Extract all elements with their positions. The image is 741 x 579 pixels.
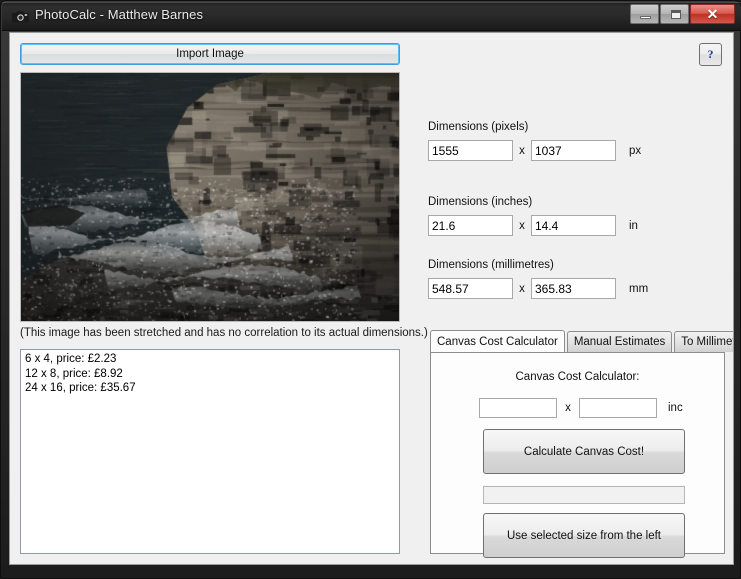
dimensions-inches-group: Dimensions (inches) x in xyxy=(428,196,728,236)
import-image-button[interactable]: Import Image xyxy=(20,43,400,65)
canvas-width-input[interactable] xyxy=(479,398,557,418)
dimensions-inches-label: Dimensions (inches) xyxy=(428,196,533,208)
question-mark-icon: ? xyxy=(707,47,714,61)
tab-manual-estimates[interactable]: Manual Estimates xyxy=(566,331,673,352)
application-window: PhotoCalc - Matthew Barnes ✕ Import Imag… xyxy=(0,0,741,579)
inches-width-input[interactable] xyxy=(428,215,513,236)
window-title: PhotoCalc - Matthew Barnes xyxy=(35,7,204,22)
price-results-list[interactable]: 6 x 4, price: £2.23 12 x 8, price: £8.92… xyxy=(20,349,400,554)
canvas-size-inputs: x inc xyxy=(479,398,683,418)
list-item[interactable]: 12 x 8, price: £8.92 xyxy=(24,367,399,382)
camera-icon xyxy=(12,9,29,24)
image-preview[interactable] xyxy=(20,72,400,322)
canvas-separator: x xyxy=(565,402,571,414)
canvas-unit-label: inc xyxy=(668,402,683,414)
close-button[interactable]: ✕ xyxy=(690,4,735,24)
calculate-canvas-cost-button[interactable]: Calculate Canvas Cost! xyxy=(483,429,685,474)
title-bar[interactable]: PhotoCalc - Matthew Barnes ✕ xyxy=(2,2,741,31)
inches-separator: x xyxy=(519,219,525,232)
inches-unit-label: in xyxy=(629,219,638,232)
millimetres-unit-label: mm xyxy=(629,282,649,295)
millimetres-height-input[interactable] xyxy=(531,278,616,299)
maximize-icon xyxy=(671,10,681,19)
minimize-icon xyxy=(640,16,651,19)
pixels-width-input[interactable] xyxy=(428,140,513,161)
inches-height-input[interactable] xyxy=(531,215,616,236)
close-icon: ✕ xyxy=(706,5,719,22)
pixels-height-input[interactable] xyxy=(531,140,616,161)
canvas-height-input[interactable] xyxy=(579,398,657,418)
dimensions-pixels-group: Dimensions (pixels) x px xyxy=(428,121,728,161)
list-item[interactable]: 24 x 16, price: £35.67 xyxy=(24,381,399,396)
tab-panel-canvas-cost: Canvas Cost Calculator: x inc Calculate … xyxy=(430,352,725,558)
canvas-cost-heading: Canvas Cost Calculator: xyxy=(515,371,640,383)
dimensions-millimetres-group: Dimensions (millimetres) x mm xyxy=(428,259,728,299)
client-area: Import Image (This image has been stretc… xyxy=(9,32,734,565)
tab-control: Canvas Cost Calculator Manual Estimates … xyxy=(430,330,733,558)
help-button[interactable]: ? xyxy=(699,43,722,66)
minimize-button[interactable] xyxy=(630,4,659,24)
image-disclaimer-text: (This image has been stretched and has n… xyxy=(20,327,428,339)
tab-canvas-cost-calculator[interactable]: Canvas Cost Calculator xyxy=(430,330,565,352)
preview-photo xyxy=(21,73,399,321)
dimensions-pixels-label: Dimensions (pixels) xyxy=(428,121,529,133)
millimetres-separator: x xyxy=(519,282,525,295)
list-item[interactable]: 6 x 4, price: £2.23 xyxy=(24,352,399,367)
use-selected-size-button[interactable]: Use selected size from the left xyxy=(483,513,685,558)
pixels-unit-label: px xyxy=(629,144,642,157)
dimensions-millimetres-label: Dimensions (millimetres) xyxy=(428,259,554,271)
tab-strip: Canvas Cost Calculator Manual Estimates … xyxy=(430,330,733,352)
maximize-button[interactable] xyxy=(660,4,689,24)
millimetres-width-input[interactable] xyxy=(428,278,513,299)
tab-to-millimetres[interactable]: To Millimetres xyxy=(674,331,733,352)
pixels-separator: x xyxy=(519,144,525,157)
window-controls: ✕ xyxy=(630,4,735,24)
canvas-cost-result-field[interactable] xyxy=(483,486,685,504)
